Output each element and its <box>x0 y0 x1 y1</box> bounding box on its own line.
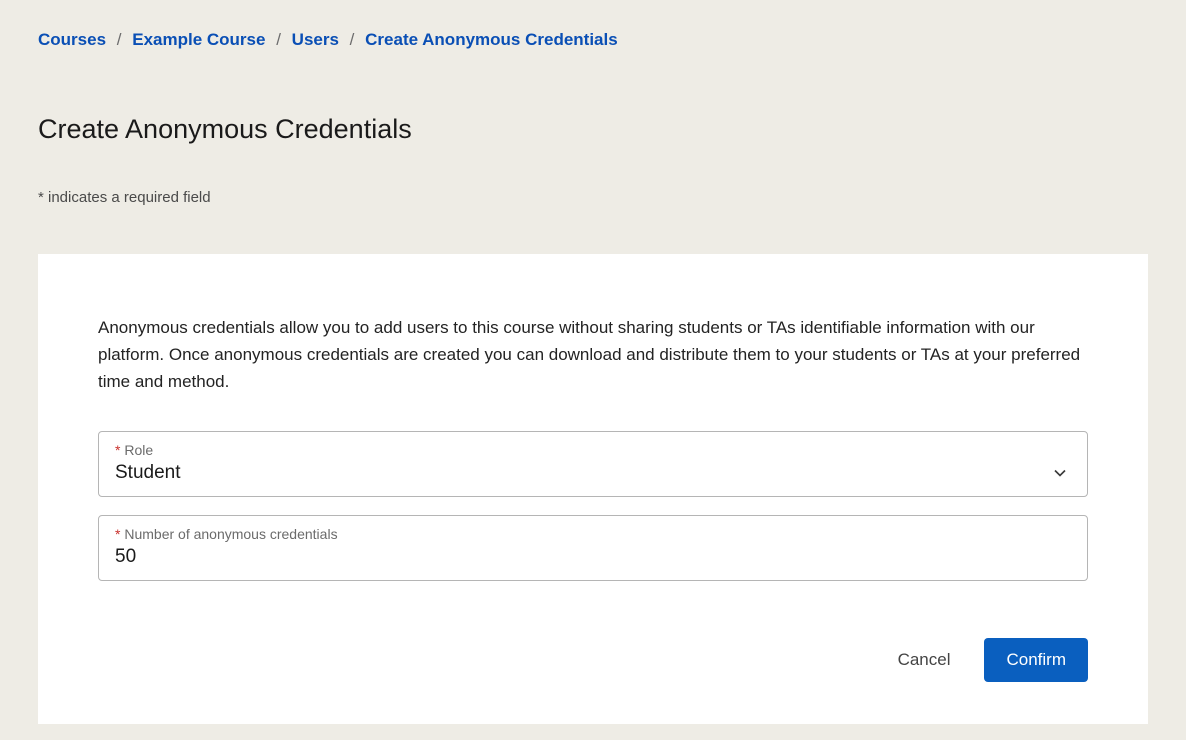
page-container: Courses / Example Course / Users / Creat… <box>0 0 1186 724</box>
breadcrumb-separator: / <box>111 30 128 49</box>
breadcrumb-example-course[interactable]: Example Course <box>132 30 265 49</box>
confirm-button[interactable]: Confirm <box>984 638 1088 682</box>
required-mark: * <box>115 442 120 458</box>
breadcrumb-create-anonymous-credentials[interactable]: Create Anonymous Credentials <box>365 30 618 49</box>
button-row: Cancel Confirm <box>898 638 1088 682</box>
breadcrumb-users[interactable]: Users <box>292 30 339 49</box>
cancel-button[interactable]: Cancel <box>898 650 951 670</box>
role-value: Student <box>115 462 181 484</box>
role-select[interactable]: * Role Student <box>98 431 1088 497</box>
form-description: Anonymous credentials allow you to add u… <box>98 314 1088 395</box>
count-field[interactable]: * Number of anonymous credentials <box>98 515 1088 581</box>
chevron-down-icon <box>1049 462 1071 484</box>
breadcrumb: Courses / Example Course / Users / Creat… <box>38 30 1148 50</box>
count-label-text: Number of anonymous credentials <box>124 526 337 542</box>
breadcrumb-separator: / <box>270 30 287 49</box>
breadcrumb-separator: / <box>344 30 361 49</box>
count-label: * Number of anonymous credentials <box>115 526 1071 542</box>
count-input[interactable] <box>115 546 1071 568</box>
page-title: Create Anonymous Credentials <box>38 114 1148 145</box>
form-card: Anonymous credentials allow you to add u… <box>38 254 1148 724</box>
required-mark: * <box>115 526 120 542</box>
required-note: * indicates a required field <box>38 189 1148 206</box>
role-label-text: Role <box>124 442 153 458</box>
breadcrumb-courses[interactable]: Courses <box>38 30 106 49</box>
role-label: * Role <box>115 442 1071 458</box>
